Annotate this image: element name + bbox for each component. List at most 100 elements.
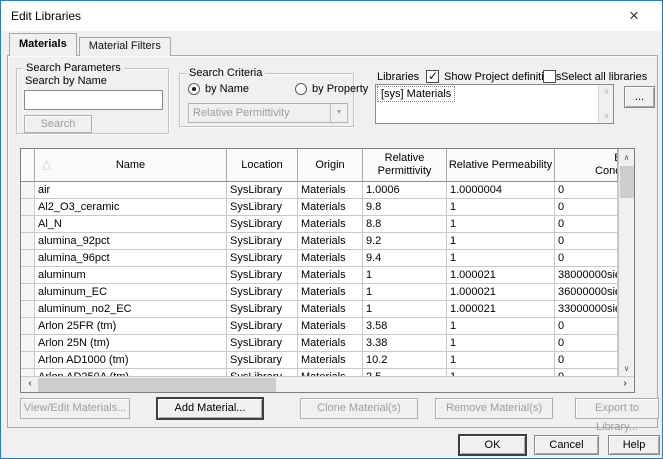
- cell-location: SysLibrary: [227, 199, 298, 215]
- table-row[interactable]: alumina_96pct SysLibrary Materials 9.4 1 0: [21, 250, 618, 267]
- table-row[interactable]: aluminum SysLibrary Materials 1 1.000021 3800…: [21, 267, 618, 284]
- cell-origin: Materials: [298, 369, 363, 376]
- cell-rel_permeability: 1: [447, 369, 555, 376]
- row-selector[interactable]: [21, 318, 35, 334]
- row-selector[interactable]: [21, 267, 35, 283]
- header-location[interactable]: Location: [227, 149, 298, 181]
- row-selector[interactable]: [21, 369, 35, 376]
- libraries-scrollbar[interactable]: ∧ ∨: [598, 85, 613, 123]
- libraries-listbox[interactable]: [sys] Materials ∧ ∨: [375, 84, 614, 124]
- scroll-left-icon[interactable]: ‹: [22, 377, 38, 392]
- table-horizontal-scrollbar[interactable]: ‹ ›: [21, 376, 634, 392]
- cell-rel_permeability: 1.000021: [447, 301, 555, 317]
- property-select[interactable]: Relative Permittivity ▼: [188, 103, 348, 123]
- cell-name: alumina_92pct: [35, 233, 227, 249]
- remove-materials-button[interactable]: Remove Material(s): [435, 398, 553, 419]
- radio-by-property[interactable]: by Property: [295, 83, 368, 95]
- cell-rel_permeability: 1.0000004: [447, 182, 555, 198]
- cell-bulk_conductivity: 0: [555, 318, 618, 334]
- cancel-button[interactable]: Cancel: [534, 435, 599, 455]
- cell-bulk_conductivity: 0: [555, 216, 618, 232]
- scrollbar-thumb[interactable]: [620, 166, 634, 198]
- close-icon[interactable]: ×: [622, 5, 646, 27]
- table-row[interactable]: Arlon 25FR (tm) SysLibrary Materials 3.58 1 0: [21, 318, 618, 335]
- cell-rel_permeability: 1: [447, 318, 555, 334]
- cell-origin: Materials: [298, 301, 363, 317]
- view-edit-materials-button[interactable]: View/Edit Materials...: [20, 398, 130, 419]
- ok-button[interactable]: OK: [459, 435, 526, 455]
- table-row[interactable]: air SysLibrary Materials 1.0006 1.0000004 0: [21, 182, 618, 199]
- row-selector[interactable]: [21, 301, 35, 317]
- cell-rel_permeability: 1: [447, 335, 555, 351]
- edit-libraries-dialog: Edit Libraries × Materials Material Filt…: [0, 0, 663, 459]
- row-selector[interactable]: [21, 250, 35, 266]
- cell-rel_permeability: 1: [447, 199, 555, 215]
- export-to-library-button[interactable]: Export to Library...: [575, 398, 659, 433]
- table-row[interactable]: Al2_O3_ceramic SysLibrary Materials 9.8 1 0: [21, 199, 618, 216]
- cell-rel_permittivity: 3.38: [363, 335, 447, 351]
- header-origin[interactable]: Origin: [298, 149, 363, 181]
- cell-location: SysLibrary: [227, 335, 298, 351]
- header-relative-permeability[interactable]: Relative Permeability: [447, 149, 555, 181]
- cell-bulk_conductivity: 0: [555, 233, 618, 249]
- cell-name: Arlon 25N (tm): [35, 335, 227, 351]
- table-row[interactable]: alumina_92pct SysLibrary Materials 9.2 1 0: [21, 233, 618, 250]
- row-selector[interactable]: [21, 199, 35, 215]
- cell-origin: Materials: [298, 199, 363, 215]
- row-selector[interactable]: [21, 284, 35, 300]
- cell-origin: Materials: [298, 318, 363, 334]
- table-header: △ Name Location Origin Relative Permitti…: [21, 149, 618, 182]
- cell-rel_permittivity: 1: [363, 301, 447, 317]
- row-selector[interactable]: [21, 216, 35, 232]
- show-project-definitions-checkbox[interactable]: Show Project definitions: [426, 69, 561, 83]
- table-row[interactable]: aluminum_no2_EC SysLibrary Materials 1 1.000…: [21, 301, 618, 318]
- table-vertical-scrollbar[interactable]: ∧ ∨: [618, 149, 634, 377]
- row-selector[interactable]: [21, 352, 35, 368]
- header-selector-cell[interactable]: [21, 149, 35, 181]
- row-selector[interactable]: [21, 233, 35, 249]
- library-item[interactable]: [sys] Materials: [377, 86, 456, 102]
- table-row[interactable]: Arlon AD250A (tm)SysLibraryMaterials2.51…: [21, 369, 618, 376]
- tab-strip: Materials Material Filters: [9, 33, 171, 56]
- row-selector[interactable]: [21, 182, 35, 198]
- tab-material-filters[interactable]: Material Filters: [78, 37, 171, 56]
- scroll-up-icon[interactable]: ∧: [619, 150, 634, 165]
- scrollbar-thumb[interactable]: [38, 378, 276, 392]
- tab-materials[interactable]: Materials: [9, 33, 77, 56]
- cell-name: aluminum_EC: [35, 284, 227, 300]
- cell-name: Arlon AD1000 (tm): [35, 352, 227, 368]
- help-button[interactable]: Help: [608, 435, 660, 455]
- cell-rel_permittivity: 1: [363, 284, 447, 300]
- cell-name: aluminum: [35, 267, 227, 283]
- scroll-right-icon[interactable]: ›: [617, 377, 633, 392]
- search-button[interactable]: Search: [24, 115, 92, 133]
- table-row[interactable]: Arlon 25N (tm) SysLibrary Materials 3.38 1 0: [21, 335, 618, 352]
- row-selector[interactable]: [21, 335, 35, 351]
- header-name[interactable]: △ Name: [35, 149, 227, 181]
- cell-rel_permittivity: 9.4: [363, 250, 447, 266]
- materials-table: △ Name Location Origin Relative Permitti…: [20, 148, 635, 393]
- cell-location: SysLibrary: [227, 216, 298, 232]
- clone-materials-button[interactable]: Clone Material(s): [300, 398, 418, 419]
- scroll-down-icon[interactable]: ∨: [599, 109, 614, 123]
- scroll-down-icon[interactable]: ∨: [619, 361, 634, 376]
- header-relative-permittivity[interactable]: Relative Permittivity: [363, 149, 447, 181]
- cell-location: SysLibrary: [227, 301, 298, 317]
- add-material-button[interactable]: Add Material...: [157, 398, 263, 419]
- table-row[interactable]: Al_N SysLibrary Materials 8.8 1 0: [21, 216, 618, 233]
- search-input[interactable]: [24, 90, 163, 110]
- cell-rel_permittivity: 2.5: [363, 369, 447, 376]
- header-bulk-conductivity[interactable]: Bulk Conductivity: [555, 149, 618, 181]
- materials-tab-page: Search Parameters Search by Name Search …: [7, 55, 659, 433]
- cell-name: Arlon 25FR (tm): [35, 318, 227, 334]
- radio-by-name[interactable]: by Name: [188, 83, 249, 95]
- group-label: Search Criteria: [186, 67, 266, 79]
- table-row[interactable]: Arlon AD1000 (tm) SysLibrary Materials 10.2…: [21, 352, 618, 369]
- select-all-libraries-checkbox[interactable]: Select all libraries: [543, 70, 647, 83]
- scroll-up-icon[interactable]: ∧: [599, 85, 614, 99]
- group-label: Search Parameters: [23, 62, 124, 74]
- cell-location: SysLibrary: [227, 284, 298, 300]
- browse-libraries-button[interactable]: ...: [624, 86, 655, 108]
- cell-name: aluminum_no2_EC: [35, 301, 227, 317]
- table-row[interactable]: aluminum_EC SysLibrary Materials 1 1.000021 3…: [21, 284, 618, 301]
